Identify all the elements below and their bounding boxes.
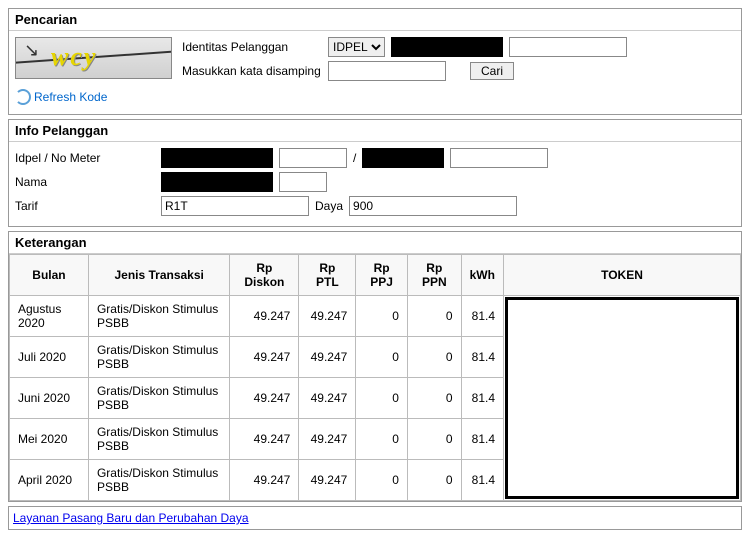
- cell-ppn: 0: [407, 419, 461, 460]
- cell-diskon: 49.247: [230, 419, 299, 460]
- cell-jenis: Gratis/Diskon Stimulus PSBB: [88, 460, 229, 501]
- cell-ppn: 0: [407, 296, 461, 337]
- idpel-value-redacted: [161, 148, 273, 168]
- cell-kwh: 81.4: [461, 460, 503, 501]
- table-header-row: Bulan Jenis Transaksi Rp Diskon Rp PTL R…: [10, 255, 741, 296]
- cell-bulan: Juni 2020: [10, 378, 89, 419]
- cell-bulan: April 2020: [10, 460, 89, 501]
- cell-ppn: 0: [407, 378, 461, 419]
- nama-value-redacted: [161, 172, 273, 192]
- cell-token: [504, 296, 741, 501]
- cell-ppj: 0: [356, 419, 408, 460]
- th-kwh: kWh: [461, 255, 503, 296]
- th-diskon: Rp Diskon: [230, 255, 299, 296]
- cell-ptl: 49.247: [299, 460, 356, 501]
- cell-kwh: 81.4: [461, 337, 503, 378]
- captcha-text: wcy: [51, 42, 97, 72]
- cell-kwh: 81.4: [461, 419, 503, 460]
- idpel-meter-label: Idpel / No Meter: [15, 151, 155, 165]
- idpel-extra-input[interactable]: [509, 37, 627, 57]
- th-jenis: Jenis Transaksi: [88, 255, 229, 296]
- cell-ppn: 0: [407, 460, 461, 501]
- masukkan-label: Masukkan kata disamping: [182, 64, 322, 78]
- cari-button[interactable]: Cari: [470, 62, 514, 80]
- cell-bulan: Mei 2020: [10, 419, 89, 460]
- cell-ptl: 49.247: [299, 337, 356, 378]
- keterangan-table: Bulan Jenis Transaksi Rp Diskon Rp PTL R…: [9, 254, 741, 501]
- cell-ptl: 49.247: [299, 378, 356, 419]
- captcha-arrow-icon: ↘: [24, 40, 39, 61]
- meter-value-redacted: [362, 148, 444, 168]
- cell-ppn: 0: [407, 337, 461, 378]
- keterangan-section: Keterangan Bulan Jenis Transaksi Rp Disk…: [8, 231, 742, 502]
- captcha-input[interactable]: [328, 61, 446, 81]
- cell-bulan: Agustus 2020: [10, 296, 89, 337]
- cell-kwh: 81.4: [461, 296, 503, 337]
- cell-diskon: 49.247: [230, 337, 299, 378]
- idpel-field-redacted[interactable]: [391, 37, 503, 57]
- cell-jenis: Gratis/Diskon Stimulus PSBB: [88, 419, 229, 460]
- cell-ptl: 49.247: [299, 296, 356, 337]
- idpel-value-input[interactable]: [279, 148, 347, 168]
- cell-ppj: 0: [356, 460, 408, 501]
- cell-ppj: 0: [356, 296, 408, 337]
- idpel-select[interactable]: IDPEL: [328, 37, 385, 57]
- nama-label: Nama: [15, 175, 155, 189]
- cell-jenis: Gratis/Diskon Stimulus PSBB: [88, 337, 229, 378]
- footer-section: Layanan Pasang Baru dan Perubahan Daya: [8, 506, 742, 530]
- slash-separator: /: [353, 151, 356, 165]
- cell-kwh: 81.4: [461, 378, 503, 419]
- daya-input[interactable]: [349, 196, 517, 216]
- cell-jenis: Gratis/Diskon Stimulus PSBB: [88, 296, 229, 337]
- table-row: Agustus 2020Gratis/Diskon Stimulus PSBB4…: [10, 296, 741, 337]
- keterangan-title: Keterangan: [9, 232, 741, 254]
- captcha-image: ↘ wcy: [15, 37, 172, 79]
- cell-ppj: 0: [356, 337, 408, 378]
- refresh-label: Refresh Kode: [34, 90, 107, 104]
- cell-ptl: 49.247: [299, 419, 356, 460]
- pencarian-title: Pencarian: [9, 9, 741, 31]
- th-ptl: Rp PTL: [299, 255, 356, 296]
- daya-label: Daya: [315, 199, 343, 213]
- refresh-icon: [15, 89, 31, 105]
- th-ppn: Rp PPN: [407, 255, 461, 296]
- th-token: TOKEN: [504, 255, 741, 296]
- cell-diskon: 49.247: [230, 296, 299, 337]
- cell-diskon: 49.247: [230, 378, 299, 419]
- tarif-label: Tarif: [15, 199, 155, 213]
- cell-diskon: 49.247: [230, 460, 299, 501]
- th-ppj: Rp PPJ: [356, 255, 408, 296]
- identitas-label: Identitas Pelanggan: [182, 40, 322, 54]
- token-redacted-box: [505, 297, 739, 499]
- info-section: Info Pelanggan Idpel / No Meter / Nama T…: [8, 119, 742, 227]
- cell-jenis: Gratis/Diskon Stimulus PSBB: [88, 378, 229, 419]
- tarif-input[interactable]: [161, 196, 309, 216]
- layanan-link[interactable]: Layanan Pasang Baru dan Perubahan Daya: [9, 507, 253, 529]
- refresh-kode-link[interactable]: Refresh Kode: [15, 89, 107, 105]
- info-title: Info Pelanggan: [9, 120, 741, 142]
- cell-ppj: 0: [356, 378, 408, 419]
- meter-value-input[interactable]: [450, 148, 548, 168]
- nama-value-input[interactable]: [279, 172, 327, 192]
- th-bulan: Bulan: [10, 255, 89, 296]
- cell-bulan: Juli 2020: [10, 337, 89, 378]
- pencarian-section: Pencarian ↘ wcy Identitas Pelanggan IDPE…: [8, 8, 742, 115]
